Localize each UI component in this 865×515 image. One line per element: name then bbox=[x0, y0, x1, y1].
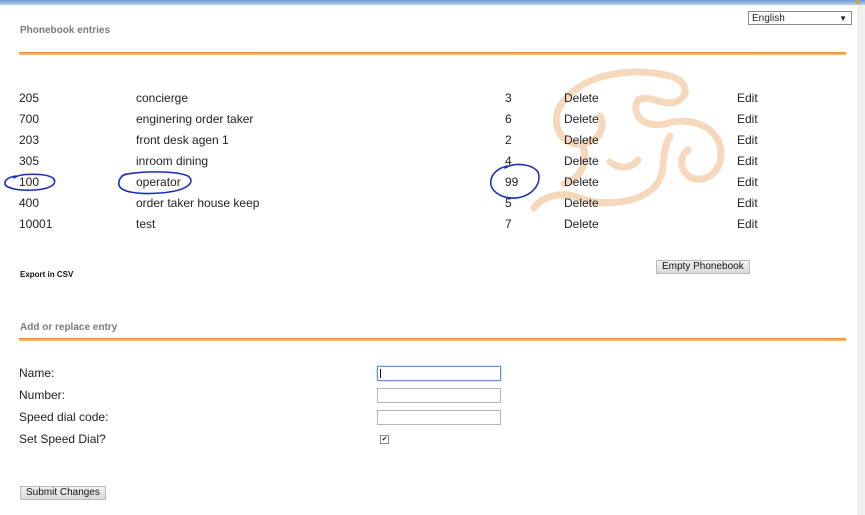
scrollbar-track[interactable] bbox=[858, 5, 865, 515]
entry-name: inroom dining bbox=[136, 154, 209, 168]
entry-speed-dial: 3 bbox=[505, 91, 512, 105]
submit-changes-button[interactable]: Submit Changes bbox=[20, 486, 106, 500]
entry-name: enginering order taker bbox=[136, 112, 254, 126]
section-divider bbox=[19, 338, 846, 341]
edit-link[interactable]: Edit bbox=[737, 133, 758, 147]
number-field[interactable] bbox=[377, 388, 501, 403]
speed-dial-code-label: Speed dial code: bbox=[19, 410, 109, 424]
name-field[interactable] bbox=[377, 366, 501, 381]
number-label: Number: bbox=[19, 388, 66, 402]
entry-speed-dial: 5 bbox=[505, 196, 512, 210]
add-entry-section-title: Add or replace entry bbox=[20, 322, 118, 333]
text-caret bbox=[380, 369, 381, 378]
empty-phonebook-button[interactable]: Empty Phonebook bbox=[656, 260, 750, 274]
dropdown-arrow-icon: ▼ bbox=[839, 14, 847, 23]
entry-name: front desk agen 1 bbox=[136, 133, 229, 147]
phonebook-section-title: Phonebook entries bbox=[20, 25, 111, 36]
entry-number: 10001 bbox=[19, 217, 53, 231]
language-select[interactable]: English ▼ bbox=[748, 11, 852, 25]
delete-link[interactable]: Delete bbox=[564, 196, 599, 210]
entry-speed-dial: 4 bbox=[505, 154, 512, 168]
delete-link[interactable]: Delete bbox=[564, 175, 599, 189]
speed-dial-code-field[interactable] bbox=[377, 410, 501, 425]
entry-number: 203 bbox=[19, 133, 40, 147]
export-csv-link[interactable]: Export in CSV bbox=[20, 270, 73, 279]
window-top-bar bbox=[0, 0, 865, 5]
set-speed-dial-label: Set Speed Dial? bbox=[19, 432, 106, 446]
section-divider bbox=[19, 52, 846, 55]
entry-name: operator bbox=[136, 175, 181, 189]
delete-link[interactable]: Delete bbox=[564, 112, 599, 126]
checkmark-icon: ✔ bbox=[381, 436, 388, 443]
entry-number: 700 bbox=[19, 112, 40, 126]
edit-link[interactable]: Edit bbox=[737, 196, 758, 210]
entry-name: order taker house keep bbox=[136, 196, 260, 210]
entry-speed-dial: 99 bbox=[505, 175, 519, 189]
delete-link[interactable]: Delete bbox=[564, 91, 599, 105]
name-label: Name: bbox=[19, 366, 55, 380]
frog-watermark-logo bbox=[530, 68, 725, 212]
entry-speed-dial: 2 bbox=[505, 133, 512, 147]
entry-number: 305 bbox=[19, 154, 40, 168]
delete-link[interactable]: Delete bbox=[564, 217, 599, 231]
delete-link[interactable]: Delete bbox=[564, 133, 599, 147]
entry-number: 205 bbox=[19, 91, 40, 105]
entry-number: 100 bbox=[19, 175, 40, 189]
entry-speed-dial: 7 bbox=[505, 217, 512, 231]
edit-link[interactable]: Edit bbox=[737, 217, 758, 231]
entry-name: concierge bbox=[136, 91, 189, 105]
set-speed-dial-checkbox[interactable]: ✔ bbox=[380, 435, 389, 444]
language-select-value: English bbox=[752, 13, 785, 24]
edit-link[interactable]: Edit bbox=[737, 154, 758, 168]
entry-number: 400 bbox=[19, 196, 40, 210]
entry-name: test bbox=[136, 217, 156, 231]
entry-speed-dial: 6 bbox=[505, 112, 512, 126]
edit-link[interactable]: Edit bbox=[737, 91, 758, 105]
edit-link[interactable]: Edit bbox=[737, 112, 758, 126]
edit-link[interactable]: Edit bbox=[737, 175, 758, 189]
status-dot bbox=[855, 0, 859, 4]
delete-link[interactable]: Delete bbox=[564, 154, 599, 168]
